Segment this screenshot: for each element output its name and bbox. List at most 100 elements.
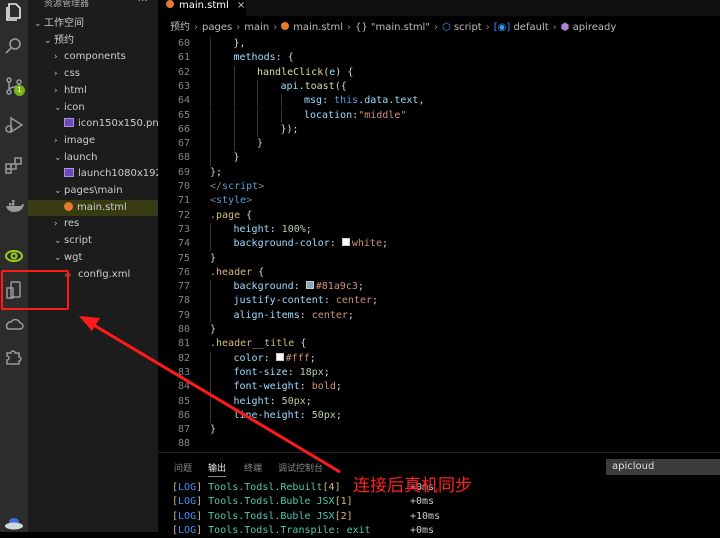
tree-item-label: css bbox=[64, 68, 80, 80]
indent-guide bbox=[257, 94, 258, 109]
line-number: 67 bbox=[177, 138, 190, 150]
tree-item[interactable]: ⌄ 工作空间 bbox=[28, 16, 158, 32]
log-line: [LOG] Tools.Todsl.Transpile: exit +0ms bbox=[172, 524, 434, 538]
code-token: data bbox=[364, 95, 389, 107]
code-token: ; bbox=[335, 409, 342, 421]
tree-item[interactable]: launch1080x1920.p... bbox=[28, 166, 158, 182]
tree-item[interactable]: › html bbox=[28, 83, 158, 99]
code-token: ) { bbox=[335, 66, 354, 78]
tree-item-label: wgt bbox=[64, 251, 83, 263]
indent-guide bbox=[210, 79, 211, 95]
output-channel-select[interactable]: apicloud bbox=[606, 459, 720, 475]
code-text: }; bbox=[210, 166, 222, 180]
log-time: +0ms bbox=[410, 496, 435, 508]
code-line: 85 height: 50px; bbox=[158, 394, 720, 409]
code-token: : bbox=[323, 295, 336, 307]
breadcrumb-item[interactable]: pages bbox=[202, 22, 232, 33]
tree-item-label: 预约 bbox=[54, 34, 74, 46]
indent-guide bbox=[233, 65, 235, 80]
breadcrumb-item[interactable]: main bbox=[244, 22, 269, 33]
code-text: height: 100%; bbox=[234, 223, 312, 237]
tree-item[interactable]: › css bbox=[28, 66, 158, 82]
tab-main-stml[interactable]: main.stml × bbox=[158, 0, 246, 16]
variable-icon: [◉] bbox=[493, 22, 514, 33]
panel-tab[interactable]: 调试控制台 bbox=[278, 461, 323, 474]
code-token: color bbox=[233, 352, 264, 364]
color-swatch[interactable] bbox=[275, 352, 284, 361]
preview-eye-icon[interactable] bbox=[4, 246, 24, 266]
code-token: toast bbox=[304, 80, 335, 92]
breadcrumb-separator: › bbox=[194, 22, 198, 33]
breadcrumb-item[interactable]: main.stml bbox=[293, 22, 343, 33]
tree-item[interactable]: › components bbox=[28, 49, 158, 65]
code-token: , bbox=[418, 95, 425, 107]
breadcrumb-item[interactable]: script bbox=[454, 22, 482, 33]
code-token: height bbox=[233, 223, 270, 235]
indent-guide bbox=[210, 294, 211, 309]
breadcrumb-item[interactable]: {} "main.stml" bbox=[355, 22, 430, 33]
tree-item[interactable]: ⌄ 预约 bbox=[28, 33, 158, 49]
indent-guide bbox=[233, 137, 235, 152]
color-swatch[interactable] bbox=[341, 238, 350, 247]
panel-tab[interactable]: 问题 bbox=[174, 461, 192, 474]
indent-guide bbox=[257, 122, 258, 138]
code-token: ; bbox=[371, 295, 379, 307]
code-text: msg: this.data.text, bbox=[304, 94, 424, 108]
log-level: LOG bbox=[178, 510, 197, 522]
breadcrumb-item[interactable]: 预约 bbox=[170, 22, 190, 33]
code-line: 69}; bbox=[158, 166, 720, 180]
log-bracket: ] bbox=[196, 510, 209, 522]
tree-item[interactable]: › res bbox=[28, 216, 158, 232]
source-control-icon[interactable]: 1 bbox=[4, 76, 25, 96]
ufo-account-icon[interactable] bbox=[4, 514, 24, 534]
indent-guide bbox=[233, 94, 235, 109]
tree-item[interactable]: ⌄ script bbox=[28, 233, 158, 249]
more-actions-button[interactable]: ··· bbox=[138, 0, 149, 7]
panel-tab[interactable]: 输出 bbox=[208, 461, 227, 477]
docker-icon[interactable] bbox=[4, 196, 24, 216]
code-line: 60}, bbox=[158, 37, 720, 52]
code-token: }, bbox=[233, 38, 246, 49]
tree-item[interactable]: › image bbox=[28, 133, 158, 149]
code-text: </script> bbox=[210, 180, 264, 194]
tree-item[interactable]: icon150x150.png bbox=[28, 116, 158, 132]
plugin-puzzle-icon[interactable] bbox=[4, 346, 24, 366]
stml-file-icon bbox=[281, 22, 290, 30]
close-tab-icon[interactable]: × bbox=[237, 0, 245, 11]
code-token: height bbox=[233, 395, 270, 407]
code-token: 50px bbox=[281, 395, 306, 407]
code-token: align-items bbox=[233, 309, 300, 321]
cloud-icon[interactable] bbox=[4, 314, 24, 334]
annotation-text: 连接后真机同步 bbox=[353, 476, 472, 496]
breadcrumb-item[interactable]: default bbox=[513, 22, 548, 33]
panel-tab[interactable]: 终端 bbox=[244, 461, 262, 474]
tree-item-label: pages\main bbox=[64, 185, 123, 196]
code-text: api.toast({ bbox=[281, 80, 347, 94]
extensions-icon[interactable] bbox=[4, 155, 24, 175]
indent-guide bbox=[210, 365, 211, 381]
code-token: ; bbox=[381, 238, 389, 250]
search-icon[interactable] bbox=[4, 36, 24, 56]
code-token: 100% bbox=[281, 223, 306, 235]
breadcrumb-item[interactable]: apiready bbox=[573, 22, 617, 33]
code-line: 86 line-height: 50px; bbox=[158, 408, 720, 424]
tree-item[interactable]: ⌄ wgt bbox=[28, 250, 158, 266]
log-level: LOG bbox=[178, 496, 197, 508]
explorer-icon[interactable] bbox=[4, 2, 24, 22]
run-debug-icon[interactable] bbox=[4, 115, 24, 135]
code-token: ({ bbox=[334, 80, 347, 92]
tree-item[interactable]: ⌄ icon bbox=[28, 100, 158, 116]
chevron-down-icon: ⌄ bbox=[54, 102, 62, 113]
code-token: } bbox=[210, 324, 217, 335]
tree-item[interactable]: main.stml bbox=[28, 199, 158, 216]
line-number: 63 bbox=[177, 80, 190, 92]
chevron-down-icon: ⌄ bbox=[54, 236, 62, 247]
code-line: 71 <style> bbox=[158, 194, 720, 208]
code-token: </ bbox=[210, 181, 223, 192]
code-token: script bbox=[222, 181, 259, 192]
tree-item[interactable]: ⌄ launch bbox=[28, 150, 158, 166]
color-swatch[interactable] bbox=[305, 281, 314, 290]
code-line: 66}); bbox=[158, 122, 720, 138]
tree-item[interactable]: ⌄ pages\main bbox=[28, 183, 158, 199]
code-token: : bbox=[299, 309, 312, 321]
